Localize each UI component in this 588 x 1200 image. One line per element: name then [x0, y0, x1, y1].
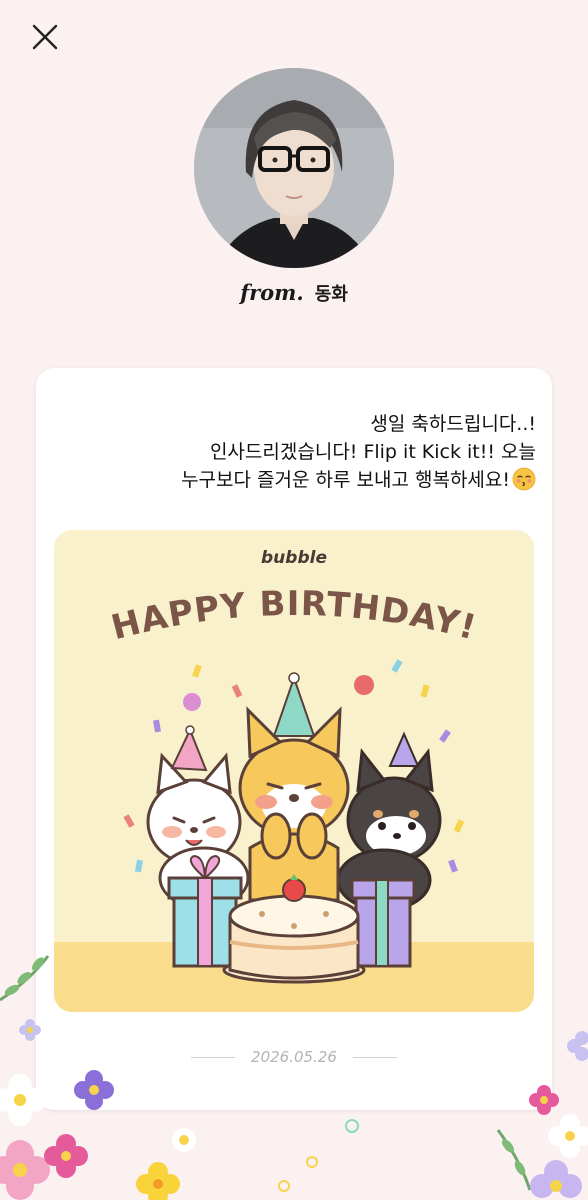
birthday-card-image[interactable]: bubble HAPPY BIRTHDAY!	[54, 530, 534, 1012]
close-icon[interactable]	[28, 20, 62, 54]
close-button[interactable]	[28, 20, 62, 54]
kissing-face-emoji-icon	[512, 467, 536, 491]
message-text: 생일 축하드립니다..! 인사드리겠습니다! Flip it Kick it!!…	[56, 410, 536, 494]
shiba-dog-illustration	[238, 672, 350, 902]
letter-card: 생일 축하드립니다..! 인사드리겠습니다! Flip it Kick it!!…	[36, 368, 552, 1110]
date-row: 2026.05.26	[36, 1048, 552, 1066]
date-divider	[352, 1056, 397, 1058]
message-line: 인사드리겠습니다! Flip it Kick it!! 오늘	[209, 441, 536, 463]
sender-avatar[interactable]	[194, 68, 394, 268]
sender-name: 동화	[314, 284, 348, 305]
from-script-label: from.	[240, 280, 304, 305]
happy-birthday-headline: HAPPY BIRTHDAY!	[107, 584, 480, 648]
message-line: 생일 축하드립니다..!	[370, 413, 536, 435]
message-line: 누구보다 즐거운 하루 보내고 행복하세요!	[56, 466, 536, 494]
sender-label: from. 동화	[0, 280, 588, 306]
gift-box-right	[350, 878, 416, 968]
date-divider	[191, 1056, 236, 1058]
date-label: 2026.05.26	[251, 1048, 337, 1066]
